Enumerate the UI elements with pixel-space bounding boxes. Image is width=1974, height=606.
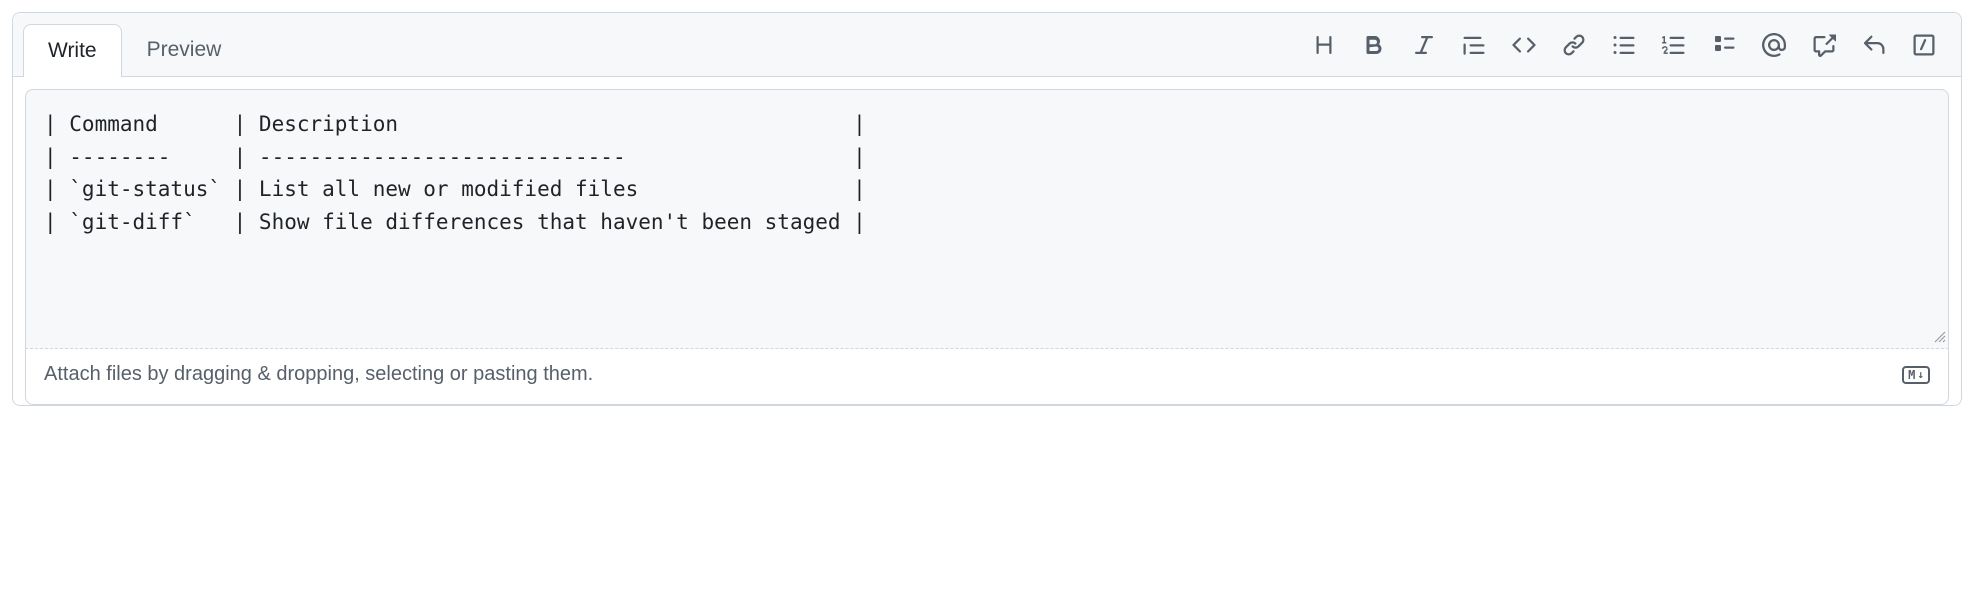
editor-header: Write Preview [13, 13, 1961, 76]
editor-footer: Attach files by dragging & dropping, sel… [25, 349, 1949, 405]
markdown-editor: Write Preview [12, 12, 1962, 406]
reply-icon[interactable] [1861, 32, 1887, 58]
unordered-list-icon[interactable] [1611, 32, 1637, 58]
quote-icon[interactable] [1461, 32, 1487, 58]
tab-preview[interactable]: Preview [122, 23, 247, 76]
bold-icon[interactable] [1361, 32, 1387, 58]
resize-handle-icon [1934, 330, 1946, 346]
attach-hint[interactable]: Attach files by dragging & dropping, sel… [44, 363, 593, 386]
code-icon[interactable] [1511, 32, 1537, 58]
task-list-icon[interactable] [1711, 32, 1737, 58]
editor-body: | Command | Description | | -------- | -… [13, 76, 1961, 405]
cross-reference-icon[interactable] [1811, 32, 1837, 58]
toolbar [1311, 32, 1949, 58]
editor-textarea[interactable]: | Command | Description | | -------- | -… [44, 108, 1930, 238]
tab-write[interactable]: Write [23, 24, 122, 77]
mention-icon[interactable] [1761, 32, 1787, 58]
link-icon[interactable] [1561, 32, 1587, 58]
tabs: Write Preview [23, 23, 246, 76]
markdown-help-icon[interactable]: M↓ [1902, 366, 1930, 384]
ordered-list-icon[interactable] [1661, 32, 1687, 58]
italic-icon[interactable] [1411, 32, 1437, 58]
heading-icon[interactable] [1311, 32, 1337, 58]
slash-commands-icon[interactable] [1911, 32, 1937, 58]
editor-textarea-wrap: | Command | Description | | -------- | -… [25, 89, 1949, 349]
